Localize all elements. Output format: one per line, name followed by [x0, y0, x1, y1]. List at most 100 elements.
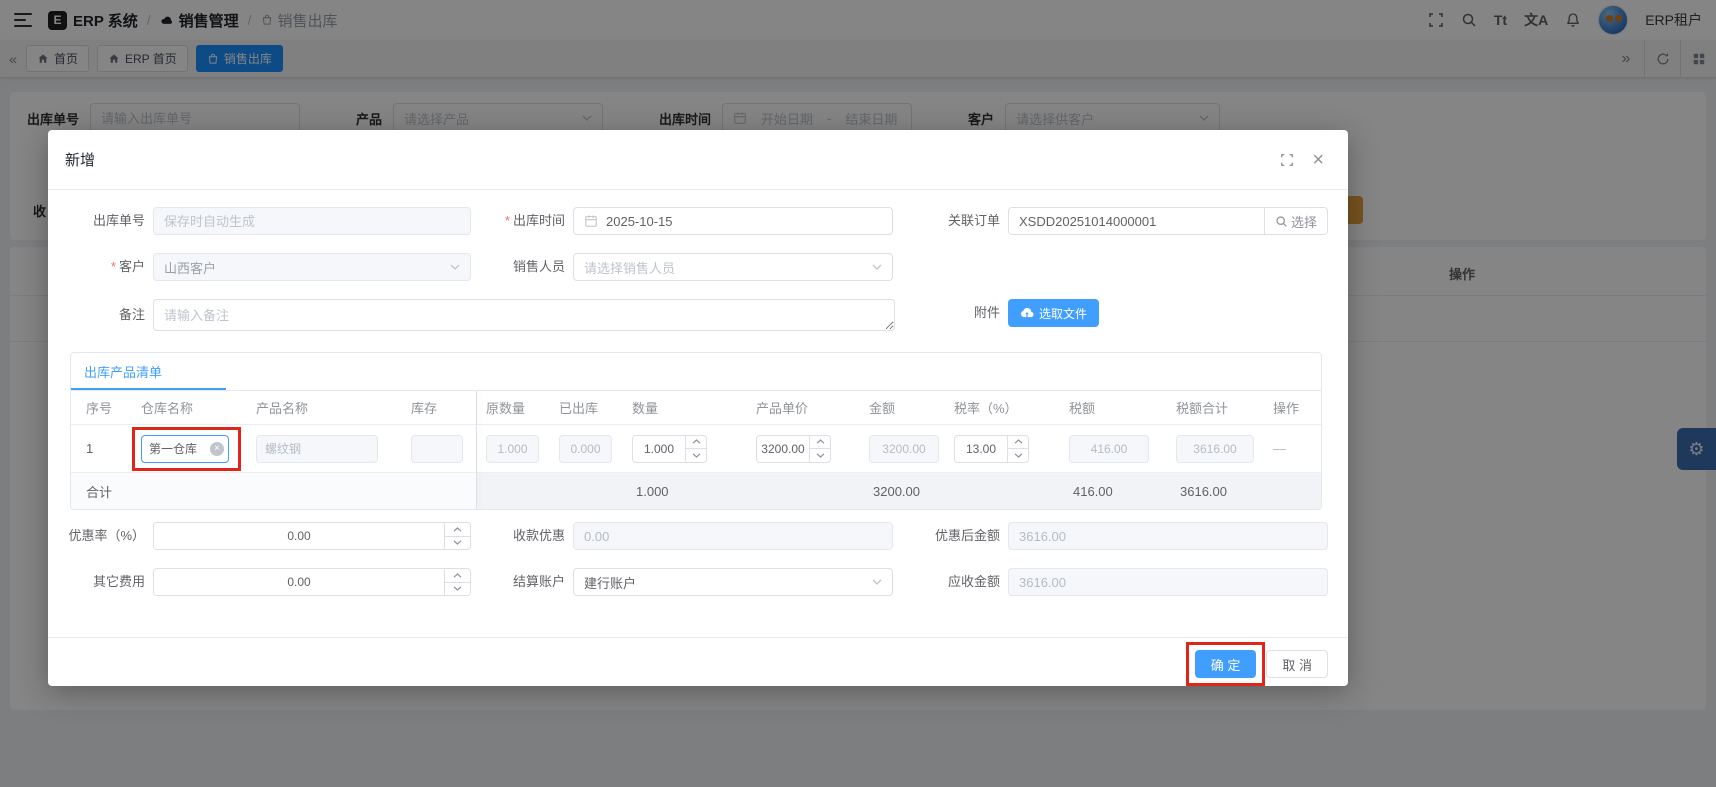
dialog-fullscreen-icon[interactable] — [1280, 153, 1294, 167]
upload-file-button[interactable]: 选取文件 — [1008, 299, 1100, 327]
related-order-group: 选择 — [1008, 207, 1328, 235]
row-action-dash: — — [1273, 441, 1286, 456]
tax-rate-input[interactable] — [955, 435, 1007, 462]
decrease-icon[interactable] — [445, 535, 470, 550]
shipped-qty-input[interactable] — [559, 434, 612, 463]
form-row-3: 备注 附件 选取文件 — [65, 299, 1328, 331]
field-remark: 备注 — [65, 299, 895, 331]
total-tax: 416.00 — [1073, 483, 1113, 499]
tax-rate-cell — [944, 434, 1059, 463]
dialog-header: 新增 × — [48, 130, 1348, 190]
field-label: 销售人员 — [512, 259, 565, 274]
orig-qty-cell — [476, 434, 549, 463]
quantity-stepper — [632, 434, 707, 463]
field-label: 收款优惠 — [512, 528, 565, 543]
total-tax-total: 3616.00 — [1180, 483, 1227, 499]
related-order-input[interactable] — [1009, 208, 1264, 234]
increase-icon[interactable] — [810, 436, 830, 449]
summary-row-1: 优惠率（%） 收款优惠 优惠后金额 — [65, 522, 1328, 550]
collect-discount-input[interactable] — [573, 522, 893, 550]
dialog-close-icon[interactable]: × — [1312, 150, 1324, 170]
column-header-qty: 数量 — [632, 401, 659, 416]
other-fee-input[interactable] — [154, 569, 444, 595]
column-header-orig-qty: 原数量 — [486, 401, 526, 416]
field-out-time: * 出库时间 — [503, 207, 893, 235]
column-header-index: 序号 — [86, 401, 113, 416]
field-label: * 出库时间 — [504, 213, 565, 228]
field-settle-account: 结算账户 建行账户 — [503, 568, 893, 596]
column-header-unit-price: 产品单价 — [756, 401, 809, 416]
increase-icon[interactable] — [686, 436, 706, 449]
product-table-total-row: 合计 1.000 3200.00 416.00 3616.00 — [71, 473, 1321, 509]
unit-price-input[interactable] — [757, 435, 809, 462]
field-label: 其它费用 — [92, 574, 145, 589]
product-cell — [246, 434, 401, 463]
tax-cell — [1059, 434, 1166, 463]
select-placeholder: 请选择销售人员 — [584, 260, 676, 276]
tax-total-input[interactable] — [1176, 434, 1254, 463]
field-label: 备注 — [118, 307, 145, 322]
field-salesman: 销售人员 请选择销售人员 — [503, 253, 893, 281]
discount-rate-input[interactable] — [154, 523, 444, 549]
total-label: 合计 — [71, 473, 476, 509]
tab-product-list[interactable]: 出库产品清单 — [71, 362, 162, 381]
clear-icon[interactable]: × — [210, 441, 224, 456]
column-header-shipped: 已出库 — [559, 401, 599, 416]
amount-input[interactable] — [869, 434, 939, 463]
cancel-button[interactable]: 取 消 — [1266, 650, 1328, 678]
increase-icon[interactable] — [445, 569, 470, 582]
product-name-input[interactable] — [256, 434, 378, 463]
out-time-value[interactable] — [606, 213, 882, 229]
field-label: 结算账户 — [512, 574, 565, 589]
product-table-header: 序号 仓库名称 产品名称 库存 原数量 已出库 数量 产品单价 金额 税率（%）… — [71, 391, 1321, 425]
decrease-icon[interactable] — [810, 448, 830, 462]
receivable-input[interactable] — [1008, 568, 1328, 596]
column-header-actions: 操作 — [1273, 401, 1300, 416]
warehouse-cell: × — [131, 426, 246, 471]
out-time-date-input[interactable] — [573, 207, 893, 235]
required-mark: * — [110, 259, 116, 274]
settle-account-select[interactable]: 建行账户 — [573, 568, 893, 596]
remark-textarea[interactable] — [153, 299, 895, 331]
after-discount-input[interactable] — [1008, 522, 1328, 550]
field-receivable: 应收金额 — [934, 568, 1328, 596]
field-label: 出库单号 — [92, 213, 145, 228]
unit-price-stepper — [756, 434, 831, 463]
salesman-select[interactable]: 请选择销售人员 — [573, 253, 893, 281]
field-after-discount: 优惠后金额 — [934, 522, 1328, 550]
chevron-down-icon — [872, 579, 882, 585]
customer-select[interactable]: 山西客户 — [153, 253, 471, 281]
dialog-body: 出库单号 *出库时间 关联订单 选择 — [48, 190, 1348, 596]
amount-cell — [859, 434, 944, 463]
active-tab-indicator — [71, 388, 226, 390]
decrease-icon[interactable] — [445, 581, 470, 596]
quantity-input[interactable] — [633, 435, 685, 462]
stock-input[interactable] — [411, 434, 463, 463]
increase-icon[interactable] — [445, 523, 470, 536]
product-list-card: 出库产品清单 序号 仓库名称 产品名称 库存 原数量 已出库 数量 产品单价 金… — [70, 352, 1322, 510]
fixed-column-divider — [476, 391, 477, 509]
shipped-cell — [549, 434, 622, 463]
increase-icon[interactable] — [1008, 436, 1028, 449]
search-icon — [1275, 215, 1288, 228]
upload-cloud-icon — [1020, 306, 1034, 320]
related-order-select-button[interactable]: 选择 — [1263, 208, 1327, 234]
decrease-icon[interactable] — [686, 448, 706, 462]
decrease-icon[interactable] — [1008, 448, 1028, 462]
product-table-row: 1 × — [71, 425, 1321, 473]
field-related-order: 关联订单 选择 — [934, 207, 1328, 235]
field-other-fee: 其它费用 — [65, 568, 471, 596]
confirm-button[interactable]: 确 定 — [1194, 650, 1257, 678]
order-no-input[interactable] — [153, 207, 471, 235]
required-mark: * — [504, 213, 510, 228]
chevron-down-icon — [872, 264, 882, 270]
column-header-tax-total: 税额合计 — [1176, 401, 1229, 416]
original-qty-input[interactable] — [486, 434, 539, 463]
column-header-warehouse: 仓库名称 — [141, 401, 194, 416]
tax-input[interactable] — [1069, 434, 1149, 463]
tax-rate-stepper — [954, 434, 1029, 463]
chevron-down-icon — [450, 264, 460, 270]
confirm-button-wrap: 确 定 — [1185, 642, 1266, 686]
qty-cell — [622, 434, 746, 463]
total-amount: 3200.00 — [873, 483, 920, 499]
